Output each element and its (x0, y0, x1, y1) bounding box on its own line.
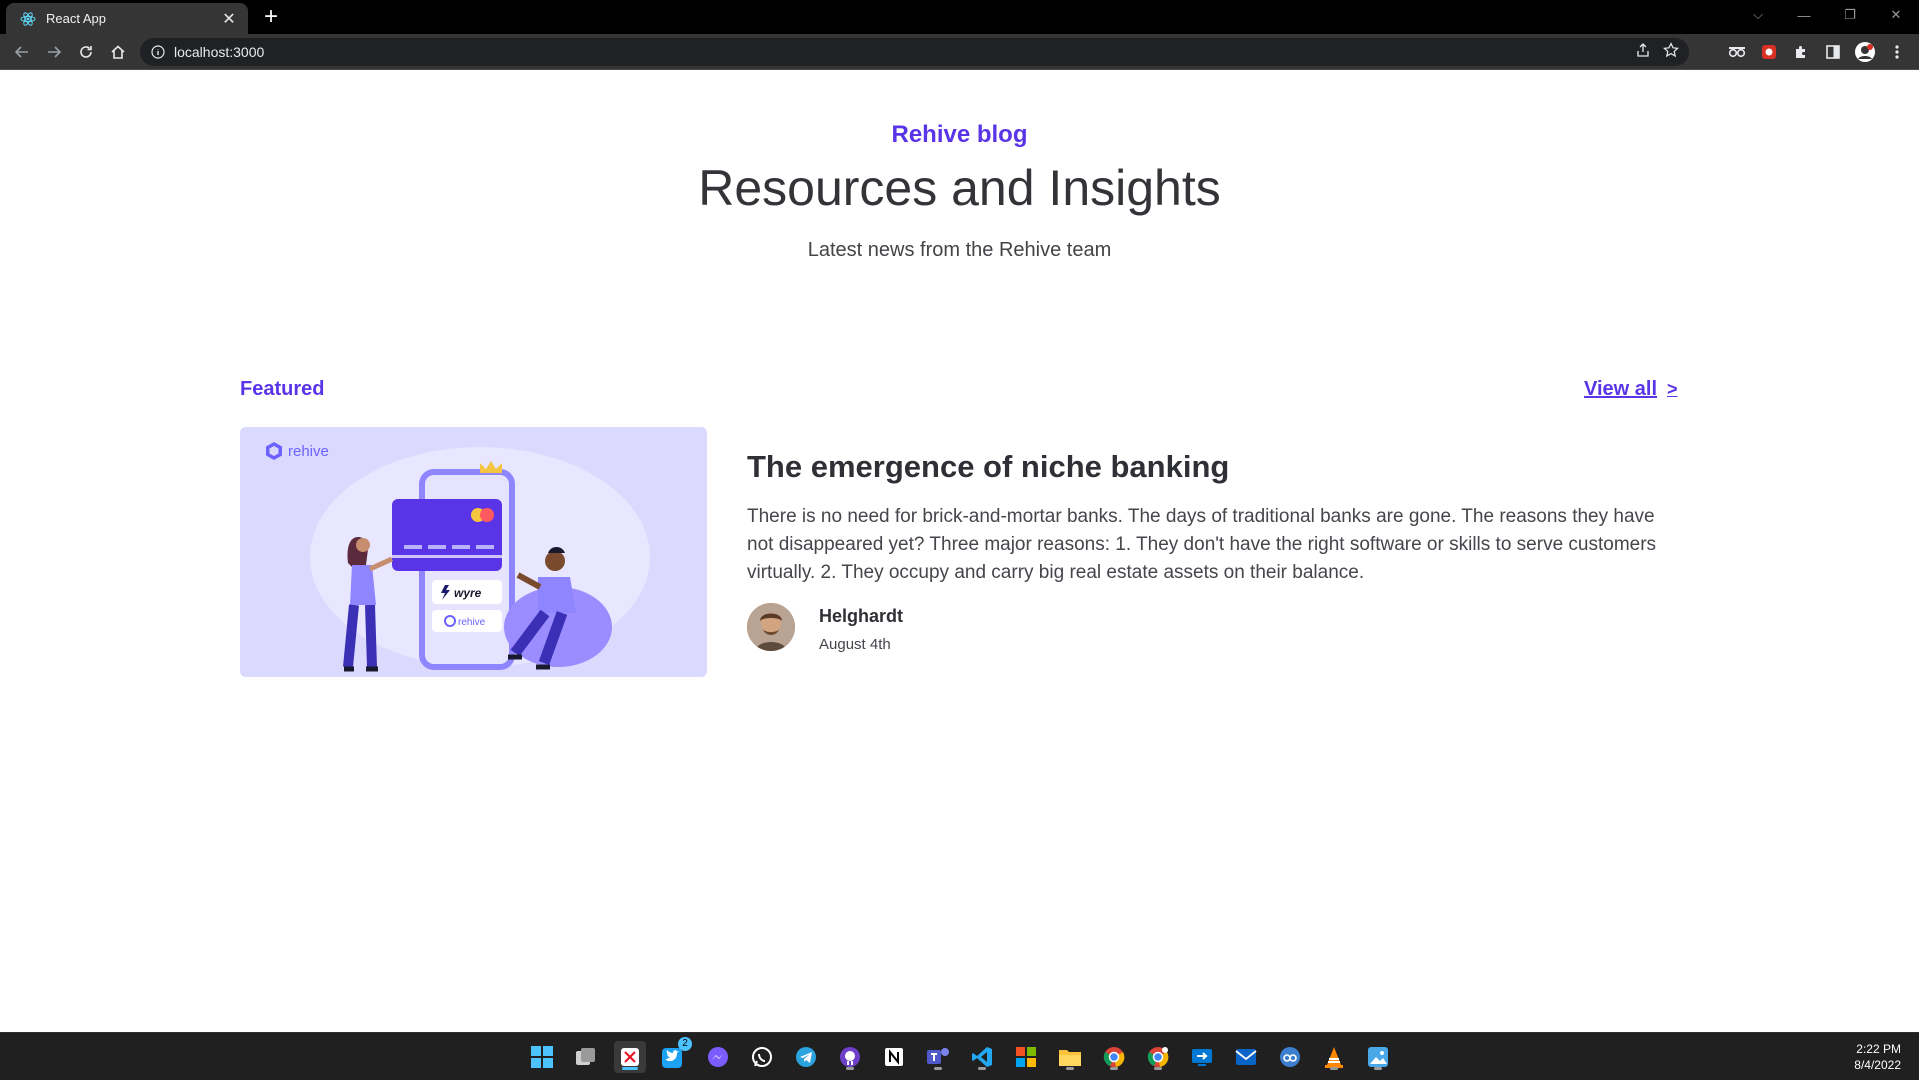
teams-icon[interactable] (922, 1041, 954, 1073)
running-indicator (934, 1067, 942, 1070)
snipping-tool-icon[interactable] (614, 1041, 646, 1073)
remote-desktop-icon[interactable] (1186, 1041, 1218, 1073)
chrome-icon[interactable] (1098, 1041, 1130, 1073)
running-indicator (1110, 1067, 1118, 1070)
reload-button[interactable] (72, 38, 100, 66)
post-excerpt: There is no need for brick-and-mortar ba… (747, 506, 1657, 583)
start-icon[interactable] (526, 1041, 558, 1073)
twitter-icon[interactable]: 2 (658, 1037, 692, 1073)
view-all-link[interactable]: View all > (1584, 378, 1678, 401)
back-arrow-icon (14, 46, 28, 58)
tab-search-icon[interactable]: ⌵ (1735, 0, 1781, 30)
featured-post-image[interactable]: rehive wyre rehive (240, 427, 707, 677)
task-view-icon[interactable] (570, 1041, 602, 1073)
telegram-icon[interactable] (790, 1041, 822, 1073)
forward-button[interactable] (40, 38, 68, 66)
vscode-icon[interactable] (966, 1041, 998, 1073)
browser-tab[interactable]: React App ✕ (6, 3, 248, 34)
author-name: Helghardt (819, 606, 904, 626)
windows-taskbar: 2 2:22 PM 8/4/2022 (0, 1032, 1919, 1080)
page-content: Rehive blog Resources and Insights Lates… (0, 71, 1919, 1032)
running-indicator (1374, 1067, 1382, 1070)
file-explorer-icon[interactable] (1054, 1041, 1086, 1073)
profile-avatar-icon[interactable] (1853, 40, 1877, 64)
clock-time: 2:22 PM (1856, 1042, 1901, 1056)
new-tab-button[interactable]: + (258, 5, 284, 31)
post-title[interactable]: The emergence of niche banking (747, 449, 1229, 485)
github-icon[interactable] (834, 1041, 866, 1073)
browser-toolbar: localhost:3000 (0, 34, 1919, 70)
qbittorrent-icon[interactable] (1274, 1041, 1306, 1073)
red-extension-icon[interactable] (1757, 40, 1781, 64)
extensions-puzzle-icon[interactable] (1789, 40, 1813, 64)
tab-title: React App (46, 11, 106, 26)
author-avatar (747, 603, 795, 651)
bookmark-star-icon[interactable] (1663, 41, 1679, 63)
restore-button[interactable]: ❐ (1827, 0, 1873, 30)
share-icon[interactable] (1635, 42, 1651, 63)
running-indicator (978, 1067, 986, 1070)
address-bar[interactable]: localhost:3000 (140, 38, 1689, 66)
back-button[interactable] (8, 38, 36, 66)
tab-close-icon[interactable]: ✕ (220, 10, 238, 28)
vlc-icon[interactable] (1318, 1041, 1350, 1073)
running-indicator (622, 1067, 638, 1070)
notion-icon[interactable] (878, 1041, 910, 1073)
notification-badge: 2 (678, 1037, 692, 1051)
running-indicator (846, 1067, 854, 1070)
browser-tab-strip: React App ✕ + ⌵ — ❐ ✕ (0, 0, 1919, 34)
image-brand-text: rehive (288, 443, 329, 460)
app-grid-icon[interactable] (1010, 1041, 1042, 1073)
image-card-rehive-text: rehive (458, 617, 486, 628)
chrome-dev-icon[interactable] (1142, 1041, 1174, 1073)
home-button[interactable] (104, 38, 132, 66)
clock-date: 8/4/2022 (1854, 1058, 1901, 1072)
running-indicator (1154, 1067, 1162, 1070)
system-clock[interactable]: 2:22 PM 8/4/2022 (1854, 1041, 1901, 1073)
minimize-button[interactable]: — (1781, 0, 1827, 30)
incognito-extension-icon[interactable] (1725, 40, 1749, 64)
blog-eyebrow: Rehive blog (891, 121, 1028, 148)
browser-menu-icon[interactable] (1885, 40, 1909, 64)
url-text: localhost:3000 (174, 44, 265, 60)
post-date: August 4th (819, 636, 891, 653)
photos-icon[interactable] (1362, 1041, 1394, 1073)
site-info-icon[interactable] (150, 44, 166, 60)
view-all-label: View all (1584, 378, 1658, 400)
chevron-right-icon: > (1667, 379, 1678, 399)
featured-label: Featured (240, 378, 325, 400)
mail-icon[interactable] (1230, 1041, 1262, 1073)
react-icon (20, 11, 36, 27)
messenger-icon[interactable] (702, 1041, 734, 1073)
forward-arrow-icon (48, 46, 62, 58)
reload-icon (80, 46, 92, 58)
running-indicator (1066, 1067, 1074, 1070)
page-subtitle: Latest news from the Rehive team (807, 239, 1112, 261)
running-indicator (1330, 1067, 1338, 1070)
close-window-button[interactable]: ✕ (1873, 0, 1919, 30)
whatsapp-icon[interactable] (746, 1041, 778, 1073)
side-panel-icon[interactable] (1821, 40, 1845, 64)
home-icon (111, 45, 125, 59)
page-title: Resources and Insights (698, 160, 1221, 216)
image-card-wyre-text: wyre (454, 586, 482, 600)
